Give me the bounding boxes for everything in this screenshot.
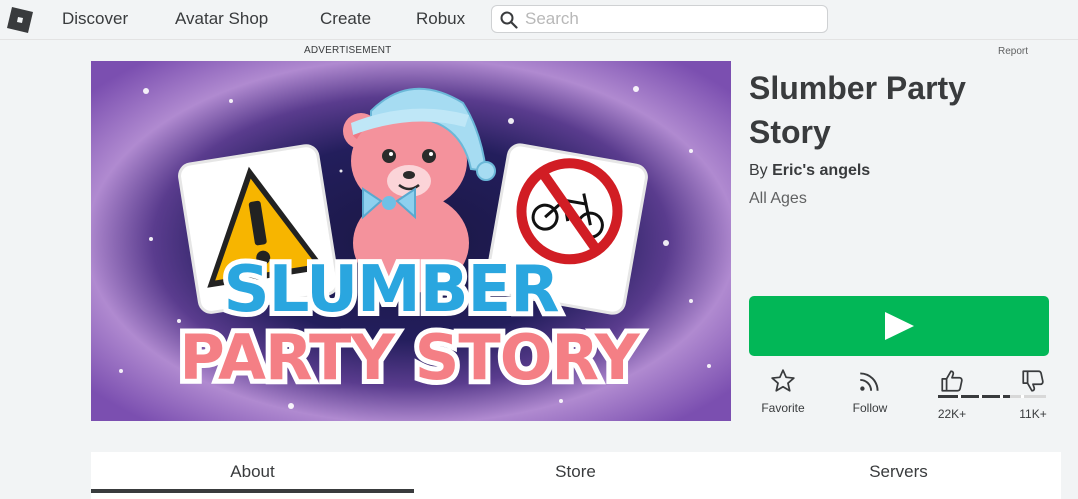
creator-link[interactable]: Eric's angels bbox=[772, 162, 870, 179]
search-icon bbox=[500, 11, 518, 29]
follow-label: Follow bbox=[852, 401, 888, 415]
tab-servers[interactable]: Servers bbox=[737, 452, 1060, 499]
nav-avatar-shop[interactable]: Avatar Shop bbox=[175, 9, 268, 29]
top-navbar: Discover Avatar Shop Create Robux bbox=[0, 0, 1078, 40]
thumbnail-title-line1: SLUMBER bbox=[223, 253, 558, 327]
tab-bar: About Store Servers bbox=[91, 452, 1061, 499]
follow-button[interactable]: Follow bbox=[840, 368, 900, 415]
star-icon bbox=[771, 369, 795, 392]
thumbs-down-icon bbox=[1022, 370, 1044, 392]
report-ad-link[interactable]: Report bbox=[998, 46, 1028, 57]
nav-create[interactable]: Create bbox=[320, 9, 371, 29]
roblox-logo-icon[interactable] bbox=[6, 6, 34, 34]
age-rating: All Ages bbox=[749, 190, 807, 207]
downvote-count: 11K+ bbox=[1019, 407, 1047, 421]
nav-robux[interactable]: Robux bbox=[416, 9, 465, 29]
vote-ratio-bar bbox=[938, 395, 1046, 398]
game-title-line2: Story bbox=[749, 114, 831, 150]
tab-about[interactable]: About bbox=[91, 452, 414, 499]
creator-line: By Eric's angels bbox=[749, 162, 870, 180]
favorite-button[interactable]: Favorite bbox=[752, 368, 814, 415]
nav-discover[interactable]: Discover bbox=[62, 9, 128, 29]
tab-store[interactable]: Store bbox=[414, 452, 737, 499]
play-icon bbox=[885, 312, 914, 340]
by-prefix: By bbox=[749, 162, 768, 179]
game-title: Slumber Party Story bbox=[749, 66, 1069, 154]
search-input[interactable] bbox=[525, 8, 815, 30]
follow-rss-icon bbox=[860, 372, 879, 391]
game-title-line1: Slumber Party bbox=[749, 70, 966, 106]
game-thumbnail[interactable]: SLUMBER PARTY STORY bbox=[91, 61, 731, 421]
upvote-count: 22K+ bbox=[937, 407, 967, 421]
play-button[interactable] bbox=[749, 296, 1049, 356]
favorite-label: Favorite bbox=[761, 401, 805, 415]
advertisement-label: ADVERTISEMENT bbox=[304, 45, 392, 56]
thumbnail-title-line2: PARTY STORY bbox=[179, 321, 640, 394]
thumbs-up-icon bbox=[941, 370, 963, 392]
search-box bbox=[491, 5, 828, 33]
